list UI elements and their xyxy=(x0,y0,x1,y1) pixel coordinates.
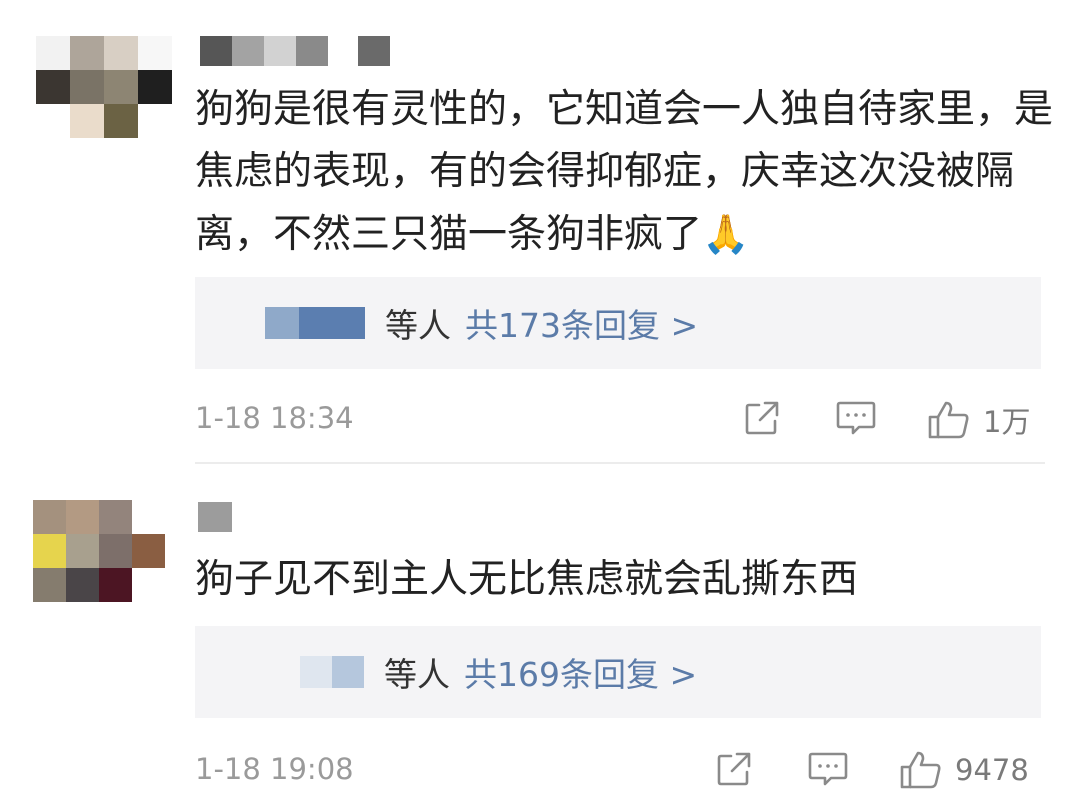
share-icon xyxy=(745,401,779,435)
like-icon xyxy=(928,401,969,439)
comment-text-body: 狗子见不到主人无比焦虑就会乱撕东西 xyxy=(195,557,859,602)
avatar[interactable] xyxy=(33,500,169,602)
like-count: 9478 xyxy=(955,753,1029,787)
share-button[interactable] xyxy=(743,399,783,437)
view-replies-link[interactable]: 共173条回复 > xyxy=(465,299,698,347)
comment-meta: 1-18 18:34 1万 xyxy=(195,393,1045,443)
comment-item: 狗狗是很有灵性的，它知道会一人独自待家里，是焦虑的表现，有的会得抑郁症，庆幸这次… xyxy=(0,0,1080,462)
comment-icon xyxy=(836,401,876,435)
comment-text-body: 狗狗是很有灵性的，它知道会一人独自待家里，是焦虑的表现，有的会得抑郁症，庆幸这次… xyxy=(195,87,1054,257)
reply-user-avatars xyxy=(265,307,365,339)
reply-preview[interactable]: 等人 共173条回复 > xyxy=(195,277,1041,369)
comment-button[interactable] xyxy=(807,750,849,788)
timestamp: 1-18 19:08 xyxy=(195,752,354,786)
comment-meta: 1-18 19:08 9478 xyxy=(195,744,1045,794)
timestamp: 1-18 18:34 xyxy=(195,401,354,435)
share-button[interactable] xyxy=(715,750,755,788)
like-button[interactable]: 1万 xyxy=(927,399,1030,441)
reply-users-suffix: 等人 xyxy=(385,306,451,345)
comment-text: 狗子见不到主人无比焦虑就会乱撕东西 xyxy=(195,549,1055,611)
reply-users-suffix: 等人 xyxy=(384,655,450,694)
comment-text: 狗狗是很有灵性的，它知道会一人独自待家里，是焦虑的表现，有的会得抑郁症，庆幸这次… xyxy=(195,79,1055,266)
reply-summary[interactable]: 等人 共169条回复 > xyxy=(300,626,697,718)
like-button[interactable]: 9478 xyxy=(899,750,1029,790)
like-icon xyxy=(900,751,941,789)
avatar[interactable] xyxy=(36,36,172,138)
comment-button[interactable] xyxy=(835,399,877,437)
username[interactable] xyxy=(198,502,232,532)
divider xyxy=(195,462,1045,464)
pray-emoji-icon: 🙏 xyxy=(702,212,750,256)
comment-item: 狗子见不到主人无比焦虑就会乱撕东西 等人 共169条回复 > 1-18 19:0… xyxy=(0,466,1080,800)
reply-user-avatars xyxy=(300,656,364,688)
like-count: 1万 xyxy=(983,405,1031,439)
share-icon xyxy=(717,752,751,786)
reply-preview[interactable]: 等人 共169条回复 > xyxy=(195,626,1041,718)
reply-summary[interactable]: 等人 共173条回复 > xyxy=(265,277,698,369)
view-replies-link[interactable]: 共169条回复 > xyxy=(464,648,697,696)
username[interactable] xyxy=(200,36,390,66)
comment-icon xyxy=(808,752,848,786)
